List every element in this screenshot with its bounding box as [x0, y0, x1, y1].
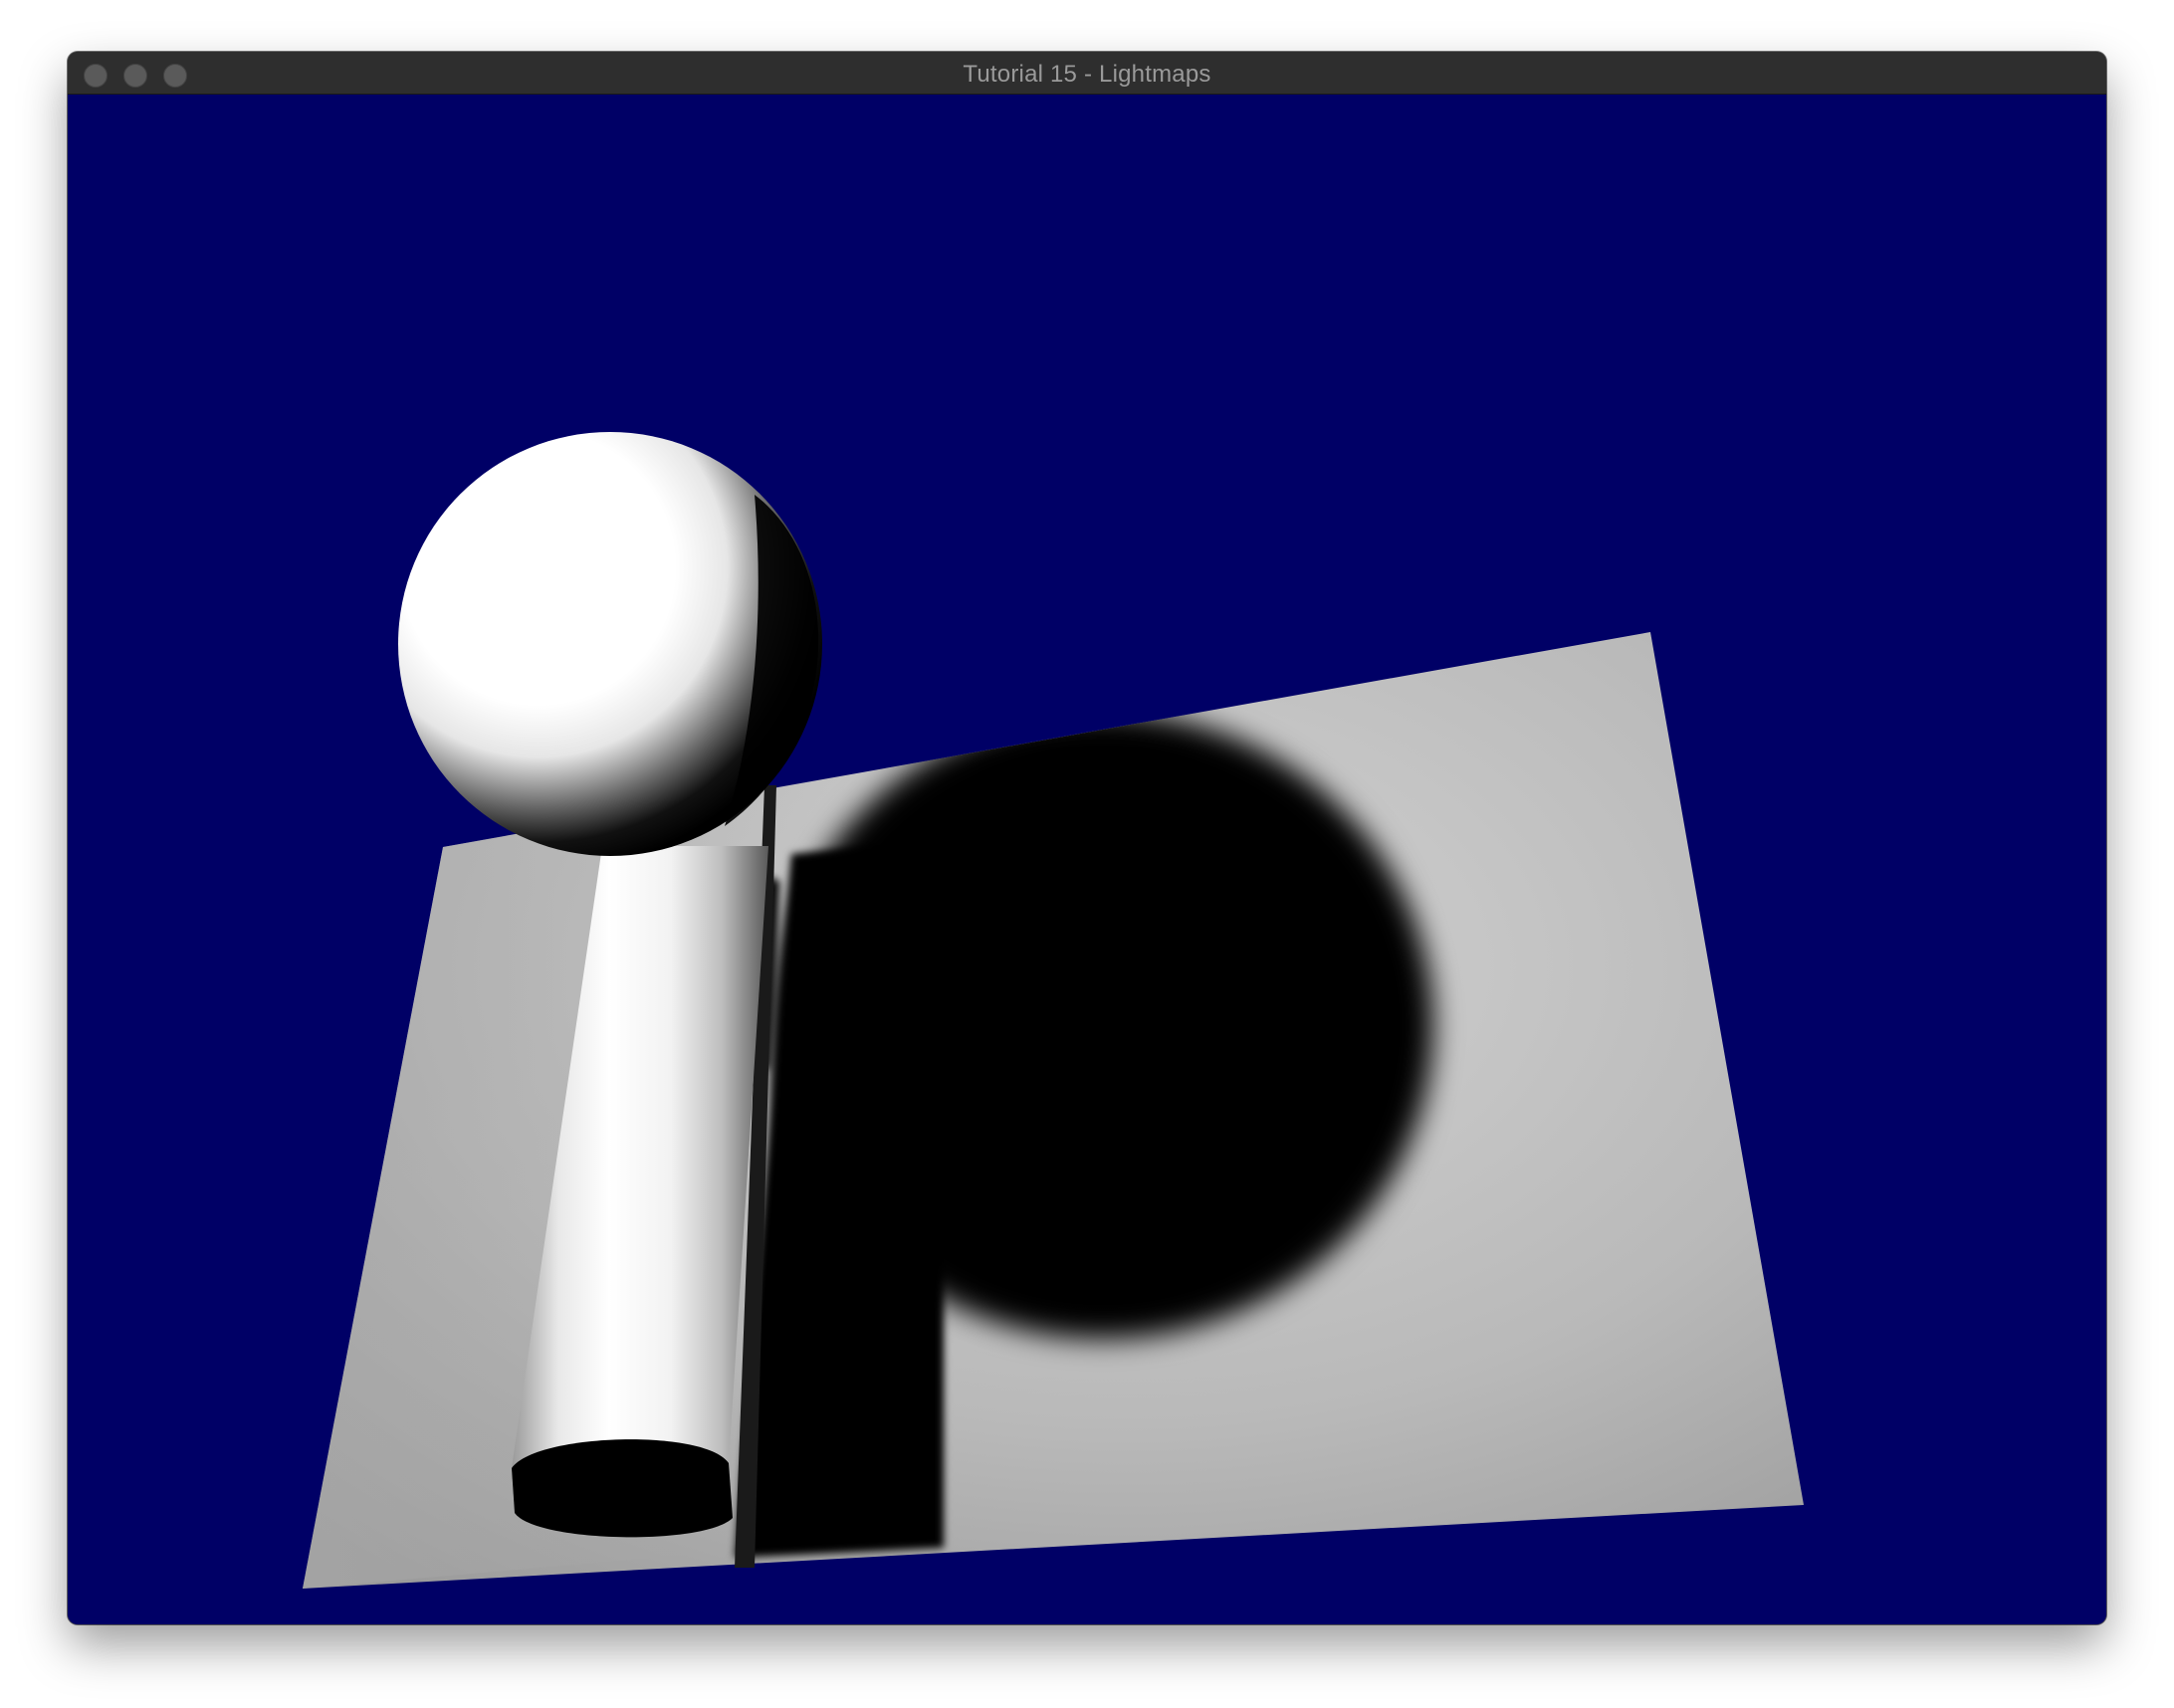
sphere	[398, 432, 822, 856]
opengl-viewport[interactable]	[68, 95, 2106, 1624]
title-bar[interactable]: Tutorial 15 - Lightmaps	[68, 52, 2106, 95]
application-window: Tutorial 15 - Lightmaps	[68, 52, 2106, 1624]
window-title: Tutorial 15 - Lightmaps	[963, 61, 1211, 88]
rendered-scene	[303, 432, 1804, 1589]
cylinder-base	[512, 1439, 733, 1538]
